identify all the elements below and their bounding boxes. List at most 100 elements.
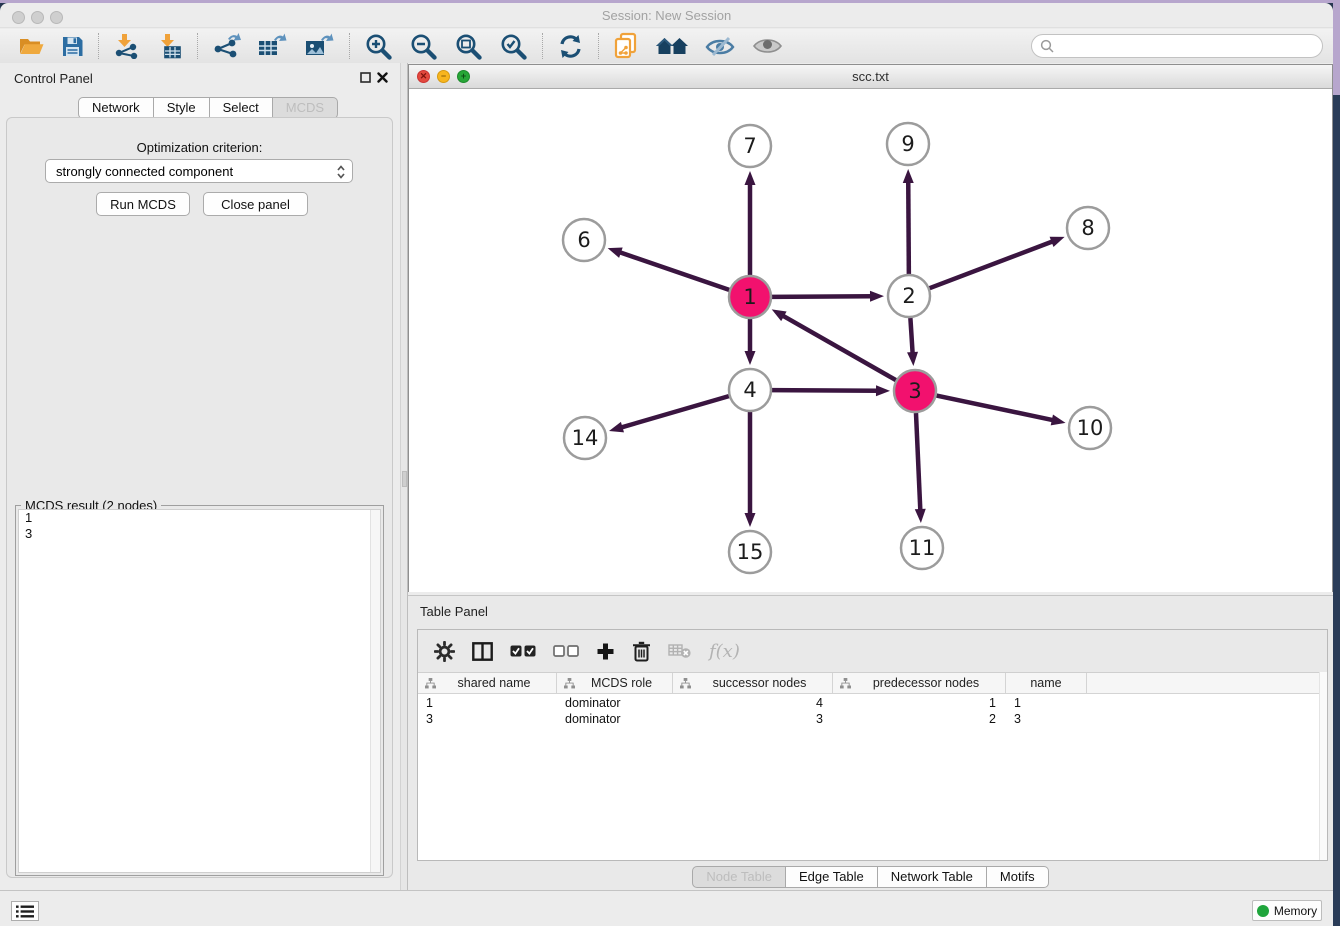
graph-node-label: 14 (572, 426, 599, 450)
export-table-icon[interactable] (249, 31, 296, 61)
graph-edge-1-2[interactable] (772, 296, 872, 297)
delete-table-icon (668, 643, 692, 659)
graph-edge-arrowhead (745, 171, 756, 185)
task-history-button[interactable] (11, 901, 39, 921)
table-cell[interactable]: 1 (833, 695, 1006, 711)
hide-selected-icon[interactable] (697, 31, 744, 61)
control-panel-close-icon[interactable] (377, 72, 388, 83)
mcds-result-box: MCDS result (2 nodes) 13 (15, 505, 384, 876)
tab-mcds[interactable]: MCDS (273, 97, 338, 119)
graph-edge-3-1[interactable] (782, 315, 896, 380)
tab-style[interactable]: Style (154, 97, 210, 119)
table-cell[interactable]: 3 (1006, 711, 1087, 727)
zoom-fit-icon[interactable] (446, 31, 491, 61)
table-row[interactable]: 1dominator411 (418, 695, 1327, 711)
splitter-grip[interactable] (402, 471, 407, 487)
open-session-icon[interactable] (10, 31, 53, 61)
select-all-icon[interactable] (510, 645, 536, 658)
graph-edge-4-14[interactable] (621, 396, 729, 428)
function-builder-icon: f(x) (709, 641, 740, 662)
save-session-icon[interactable] (53, 31, 92, 61)
show-all-icon[interactable] (744, 31, 791, 61)
column-header-name[interactable]: name (1006, 673, 1087, 693)
tab-edge-table[interactable]: Edge Table (786, 866, 878, 888)
import-network-icon[interactable] (105, 31, 148, 61)
run-mcds-button[interactable]: Run MCDS (96, 192, 190, 216)
graph-edge-arrowhead (745, 513, 756, 527)
close-panel-button[interactable]: Close panel (203, 192, 308, 216)
table-scrollbar[interactable] (1319, 672, 1327, 860)
network-window-titlebar[interactable]: ✕ − + scc.txt (409, 65, 1332, 89)
table-cell[interactable]: 2 (833, 711, 1006, 727)
table-cell[interactable]: dominator (557, 711, 673, 727)
graph-edge-2-8[interactable] (930, 241, 1054, 288)
table-cell[interactable]: 3 (673, 711, 833, 727)
toolbar-separator (598, 33, 599, 59)
column-header-predecessor-nodes[interactable]: predecessor nodes (833, 673, 1006, 693)
graph-edge-arrowhead (745, 351, 756, 365)
table-cell[interactable]: dominator (557, 695, 673, 711)
graph-edge-4-3[interactable] (772, 390, 878, 391)
window-title: Session: New Session (0, 8, 1333, 23)
hierarchy-icon (840, 678, 851, 689)
table-row[interactable]: 3dominator323 (418, 711, 1327, 727)
tab-node-table[interactable]: Node Table (692, 866, 786, 888)
mcds-result-list[interactable]: 13 (18, 509, 381, 873)
tab-network[interactable]: Network (78, 97, 154, 119)
graph-edge-3-11[interactable] (916, 413, 920, 511)
application-window: Session: New Session (0, 3, 1333, 926)
first-neighbors-icon[interactable] (605, 31, 647, 61)
table-cell[interactable]: 1 (1006, 695, 1087, 711)
export-image-icon[interactable] (296, 31, 343, 61)
table-cell[interactable]: 1 (418, 695, 557, 711)
mcds-result-item[interactable]: 1 (19, 510, 380, 526)
graph-edge-2-3[interactable] (910, 318, 912, 354)
settings-icon[interactable] (434, 641, 455, 662)
optimization-criterion-label: Optimization criterion: (7, 140, 392, 155)
add-column-icon[interactable] (596, 642, 615, 661)
split-view-icon[interactable] (472, 642, 493, 661)
graph-node-label: 8 (1081, 216, 1094, 240)
control-panel-tabs: NetworkStyleSelectMCDS (78, 97, 338, 119)
tab-select[interactable]: Select (210, 97, 273, 119)
mcds-result-item[interactable]: 3 (19, 526, 380, 542)
desktop-background-right (1333, 0, 1340, 926)
criterion-select[interactable]: strongly connected component (45, 159, 353, 183)
column-header-successor-nodes[interactable]: successor nodes (673, 673, 833, 693)
memory-label: Memory (1274, 904, 1317, 918)
zoom-selected-icon[interactable] (491, 31, 536, 61)
vertical-splitter[interactable] (400, 63, 408, 893)
control-panel-title: Control Panel (14, 71, 93, 86)
search-box[interactable] (1031, 34, 1323, 58)
hierarchy-icon (425, 678, 436, 689)
memory-button[interactable]: Memory (1252, 900, 1322, 921)
graph-edge-arrowhead (876, 385, 890, 396)
refresh-icon[interactable] (549, 31, 592, 61)
import-table-icon[interactable] (148, 31, 191, 61)
table-cell[interactable]: 4 (673, 695, 833, 711)
control-panel-float-icon[interactable] (360, 72, 371, 83)
status-bar: Memory (0, 890, 1333, 926)
result-scrollbar[interactable] (370, 510, 380, 872)
delete-column-icon[interactable] (632, 641, 651, 662)
graph-edge-2-9[interactable] (908, 181, 909, 274)
deselect-all-icon[interactable] (553, 645, 579, 658)
export-network-icon[interactable] (204, 31, 249, 61)
graph-edge-1-6[interactable] (619, 252, 729, 290)
main-toolbar (0, 29, 1333, 63)
search-input[interactable] (1058, 36, 1322, 56)
zoom-out-icon[interactable] (401, 31, 446, 61)
column-header-shared-name[interactable]: shared name (418, 673, 557, 693)
home-icon[interactable] (647, 31, 697, 61)
column-header-MCDS-role[interactable]: MCDS role (557, 673, 673, 693)
zoom-in-icon[interactable] (356, 31, 401, 61)
graph-node-label: 11 (909, 536, 936, 560)
network-graph[interactable]: 1234678910111415 (409, 89, 1332, 592)
tab-network-table[interactable]: Network Table (878, 866, 987, 888)
graph-edge-arrowhead (915, 509, 926, 523)
table-cell[interactable]: 3 (418, 711, 557, 727)
graph-edge-3-10[interactable] (937, 396, 1054, 421)
graph-node-label: 9 (901, 132, 914, 156)
tab-motifs[interactable]: Motifs (987, 866, 1049, 888)
graph-node-label: 1 (743, 285, 756, 309)
